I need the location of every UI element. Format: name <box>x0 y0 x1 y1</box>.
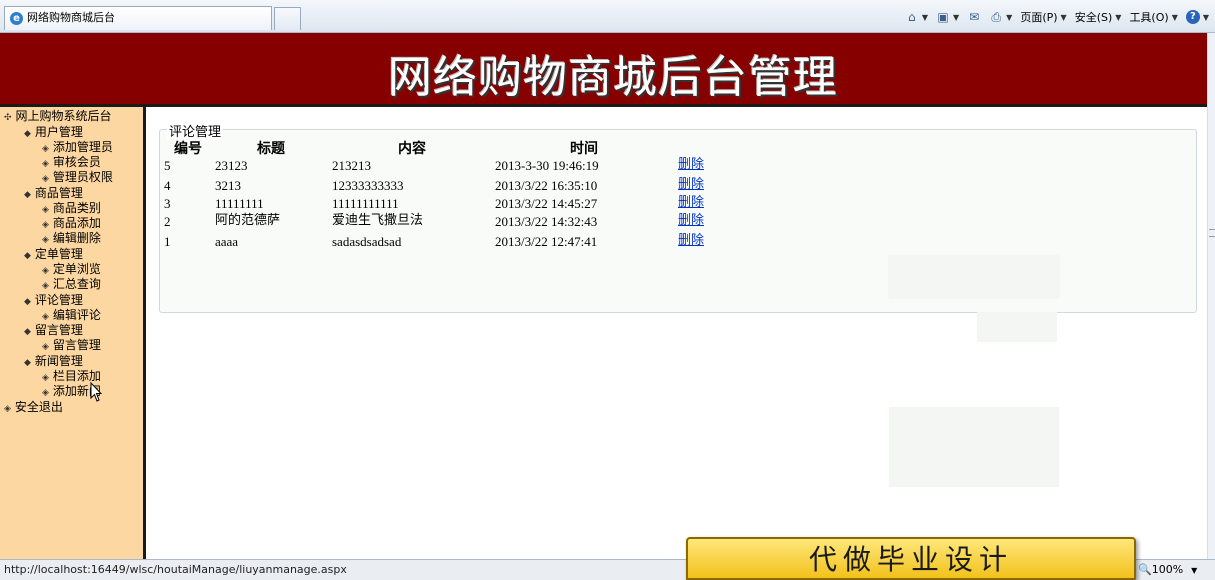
sidebar-item-manage-messages[interactable]: ◈ 留言管理 <box>42 338 101 353</box>
safety-menu[interactable]: 安全(S) ▼ <box>1075 9 1122 25</box>
tree-leaf-icon: ◈ <box>42 235 49 245</box>
tree-leaf-icon: ◈ <box>42 373 49 383</box>
sidebar-item-summary-query[interactable]: ◈ 汇总查询 <box>42 277 101 292</box>
rss-feed-icon: ▣ <box>937 10 949 24</box>
cell-id: 3 <box>164 196 171 211</box>
sidebar-item-review-members[interactable]: ◈ 审核会员 <box>42 155 101 170</box>
header-banner: 网络购物商城后台管理 <box>0 33 1215 107</box>
read-mail-button[interactable]: ✉ <box>967 10 981 24</box>
tree-leaf-icon: ◈ <box>42 342 49 352</box>
sidebar-item-edit-comments[interactable]: ◈ 编辑评论 <box>42 308 101 323</box>
sidebar-root[interactable]: ✣ 网上购物系统后台 <box>4 109 112 124</box>
sidebar-group-news[interactable]: ◆ 新闻管理 <box>24 354 83 369</box>
cell-time: 2013/3/22 12:47:41 <box>495 234 598 249</box>
help-menu[interactable]: ? ▼ <box>1185 10 1209 24</box>
zoom-control[interactable]: 🔍100% ▼ <box>1138 560 1197 580</box>
tree-node-icon: ◆ <box>24 358 31 368</box>
tree-node-icon: ◆ <box>24 190 31 200</box>
cell-title: 3213 <box>215 178 241 193</box>
tree-leaf-icon: ◈ <box>42 281 49 291</box>
new-tab-button[interactable] <box>274 7 301 30</box>
cell-time: 2013/3/22 14:32:43 <box>495 214 598 229</box>
tree-leaf-icon: ◈ <box>42 174 49 184</box>
tree-leaf-icon: ◈ <box>42 388 49 398</box>
main-content: 评论管理 编号 标题 内容 时间 5 23123 213213 2013-3-3… <box>149 107 1215 559</box>
cell-content: 11111111111 <box>332 196 399 211</box>
sidebar-logout[interactable]: ◈ 安全退出 <box>4 400 63 415</box>
page-menu[interactable]: 页面(P) ▼ <box>1020 9 1066 25</box>
sidebar-item-edit-delete[interactable]: ◈ 编辑删除 <box>42 231 101 246</box>
cell-id: 2 <box>164 214 171 229</box>
ie-logo-icon: e <box>10 12 23 25</box>
sidebar-group-users[interactable]: ◆ 用户管理 <box>24 125 83 140</box>
sidebar-group-messages[interactable]: ◆ 留言管理 <box>24 323 83 338</box>
browser-toolbar: e 网络购物商城后台 ⌂ ▼ ▣ ▼ ✉ ⎙ ▼ 页面(P) ▼ 安全(S) ▼ 工具(O… <box>0 0 1215 33</box>
cell-content: 12333333333 <box>332 178 404 193</box>
cell-content: 爱迪生飞撒旦法 <box>332 213 424 228</box>
tree-leaf-icon: ◈ <box>42 220 49 230</box>
mouse-cursor-icon <box>90 382 102 402</box>
delete-link[interactable]: 删除 <box>678 213 704 228</box>
column-header-time: 时间 <box>570 141 598 157</box>
sidebar-group-comments[interactable]: ◆ 评论管理 <box>24 293 83 308</box>
tree-node-icon: ◈ <box>4 404 11 414</box>
browser-tab-active[interactable]: e 网络购物商城后台 <box>4 6 272 30</box>
tree-leaf-icon: ◈ <box>42 205 49 215</box>
page-title: 网络购物商城后台管理 <box>388 52 838 103</box>
tree-leaf-icon: ◈ <box>42 312 49 322</box>
ad-banner[interactable]: 代做毕业设计 <box>686 537 1136 580</box>
mail-icon: ✉ <box>969 10 980 24</box>
sidebar-nav: ✣ 网上购物系统后台 ◆ 用户管理 ◈ 添加管理员 ◈ 审核会员 ◈ 管理员权限 ◆ 商品管… <box>0 107 146 559</box>
home-icon: ⌂ <box>908 10 916 24</box>
print-button[interactable]: ⎙ ▼ <box>989 10 1012 24</box>
chevron-down-icon: ▼ <box>1191 566 1198 575</box>
tree-node-icon: ◆ <box>24 327 31 337</box>
delete-link[interactable]: 删除 <box>678 195 704 210</box>
cell-content: 213213 <box>332 158 371 173</box>
tree-leaf-icon: ◈ <box>42 144 49 154</box>
tree-node-icon: ◆ <box>24 129 31 139</box>
cell-id: 4 <box>164 178 171 193</box>
tools-menu[interactable]: 工具(O) ▼ <box>1129 9 1177 25</box>
print-icon: ⎙ <box>991 10 1001 24</box>
tree-node-icon: ◆ <box>24 297 31 307</box>
column-header-title: 标题 <box>257 141 285 157</box>
tree-leaf-icon: ◈ <box>42 159 49 169</box>
status-url: http://localhost:16449/wlsc/houtaiManage… <box>4 563 347 576</box>
delete-link[interactable]: 删除 <box>678 177 704 192</box>
zoom-icon: 🔍 <box>1138 563 1152 576</box>
command-bar: ⌂ ▼ ▣ ▼ ✉ ⎙ ▼ 页面(P) ▼ 安全(S) ▼ 工具(O) ▼ ? ▼ <box>905 8 1209 26</box>
vertical-scrollbar[interactable] <box>1207 33 1215 559</box>
sidebar-group-products[interactable]: ◆ 商品管理 <box>24 186 83 201</box>
cell-time: 2013/3/22 16:35:10 <box>495 178 598 193</box>
tree-node-icon: ◆ <box>24 251 31 261</box>
cell-title: aaaa <box>215 234 239 249</box>
cell-id: 1 <box>164 234 171 249</box>
cell-title: 23123 <box>215 158 248 173</box>
browser-tab-title: 网络购物商城后台 <box>27 11 115 24</box>
scrollbar-grip-icon <box>1209 229 1215 237</box>
cell-title: 阿的范德萨 <box>215 213 281 228</box>
home-button[interactable]: ⌂ ▼ <box>905 10 928 24</box>
sidebar-item-browse-orders[interactable]: ◈ 定单浏览 <box>42 262 101 277</box>
sidebar-item-add-product[interactable]: ◈ 商品添加 <box>42 216 101 231</box>
column-header-content: 内容 <box>398 141 426 157</box>
column-header-id: 编号 <box>174 141 202 157</box>
help-icon: ? <box>1185 10 1200 24</box>
cell-time: 2013-3-30 19:46:19 <box>495 158 599 173</box>
delete-link[interactable]: 删除 <box>678 233 704 248</box>
sidebar-group-orders[interactable]: ◆ 定单管理 <box>24 247 83 262</box>
cell-id: 5 <box>164 158 171 173</box>
feeds-button[interactable]: ▣ ▼ <box>936 10 959 24</box>
tree-node-icon: ✣ <box>4 113 12 123</box>
cell-content: sadasdsadsad <box>332 234 402 249</box>
tree-leaf-icon: ◈ <box>42 266 49 276</box>
sidebar-item-add-admin[interactable]: ◈ 添加管理员 <box>42 140 113 155</box>
cell-title: 11111111 <box>215 196 264 211</box>
sidebar-item-admin-permissions[interactable]: ◈ 管理员权限 <box>42 170 113 185</box>
delete-link[interactable]: 删除 <box>678 157 704 172</box>
cell-time: 2013/3/22 14:45:27 <box>495 196 598 211</box>
sidebar-item-product-category[interactable]: ◈ 商品类别 <box>42 201 101 216</box>
